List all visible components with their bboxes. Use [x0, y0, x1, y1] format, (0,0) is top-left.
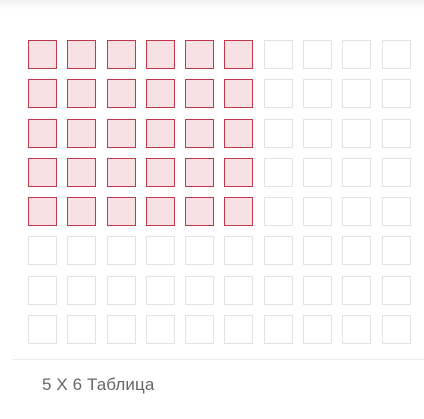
- grid-cell[interactable]: [381, 315, 411, 345]
- top-shadow: [0, 0, 424, 10]
- divider: [12, 359, 424, 360]
- grid-cell[interactable]: [67, 315, 97, 345]
- grid-cell-selected[interactable]: [185, 79, 215, 109]
- grid-cell[interactable]: [303, 157, 333, 187]
- grid-cell-selected[interactable]: [185, 118, 215, 148]
- grid-cell[interactable]: [224, 236, 254, 266]
- grid-cell[interactable]: [106, 275, 136, 305]
- grid-cell[interactable]: [145, 236, 175, 266]
- grid-cell[interactable]: [263, 275, 293, 305]
- grid-cell[interactable]: [381, 197, 411, 227]
- grid-cell[interactable]: [28, 275, 57, 305]
- grid-cell-selected[interactable]: [106, 79, 136, 109]
- grid-cell[interactable]: [342, 236, 372, 266]
- table-size-label: 5 X 6 Таблица: [42, 375, 155, 394]
- grid-cell[interactable]: [185, 275, 215, 305]
- grid-cell[interactable]: [263, 236, 293, 266]
- grid-cell-selected[interactable]: [224, 118, 254, 148]
- table-size-picker: 5 X 6 Таблица: [0, 0, 424, 419]
- grid-cell-selected[interactable]: [28, 79, 57, 109]
- grid-cell-selected[interactable]: [145, 118, 175, 148]
- grid-cell[interactable]: [381, 79, 411, 109]
- grid-cell[interactable]: [224, 275, 254, 305]
- grid-cell[interactable]: [28, 315, 57, 345]
- grid-cell-selected[interactable]: [145, 197, 175, 227]
- grid-cell-selected[interactable]: [67, 157, 97, 187]
- grid-cell-selected[interactable]: [145, 157, 175, 187]
- grid-cell-selected[interactable]: [185, 197, 215, 227]
- grid-cell[interactable]: [381, 40, 411, 69]
- grid-cell-selected[interactable]: [224, 157, 254, 187]
- grid-cell[interactable]: [67, 275, 97, 305]
- grid-cell-selected[interactable]: [106, 197, 136, 227]
- grid-cell[interactable]: [145, 275, 175, 305]
- grid-cell-selected[interactable]: [145, 79, 175, 109]
- grid-cell[interactable]: [224, 315, 254, 345]
- grid-cell-selected[interactable]: [28, 118, 57, 148]
- grid-cell[interactable]: [342, 118, 372, 148]
- grid-cell[interactable]: [342, 315, 372, 345]
- grid-cell[interactable]: [106, 315, 136, 345]
- grid-cell-selected[interactable]: [67, 79, 97, 109]
- grid-cell-selected[interactable]: [67, 40, 97, 69]
- grid-cell[interactable]: [381, 236, 411, 266]
- grid-cell-selected[interactable]: [224, 197, 254, 227]
- grid-cell-selected[interactable]: [185, 157, 215, 187]
- grid-cell-selected[interactable]: [28, 157, 57, 187]
- grid-cell-selected[interactable]: [28, 197, 57, 227]
- grid-cell[interactable]: [263, 315, 293, 345]
- grid-cell[interactable]: [263, 157, 293, 187]
- grid-cell[interactable]: [106, 236, 136, 266]
- grid-cell-selected[interactable]: [28, 40, 57, 69]
- grid-cell[interactable]: [342, 79, 372, 109]
- grid-cell[interactable]: [381, 157, 411, 187]
- grid-cell[interactable]: [342, 157, 372, 187]
- grid-cell[interactable]: [303, 197, 333, 227]
- grid-cell-selected[interactable]: [106, 40, 136, 69]
- grid-cell[interactable]: [303, 79, 333, 109]
- grid-cell[interactable]: [67, 236, 97, 266]
- grid-cell[interactable]: [145, 315, 175, 345]
- grid-cell-selected[interactable]: [106, 157, 136, 187]
- grid-cell[interactable]: [303, 275, 333, 305]
- grid-cell[interactable]: [303, 236, 333, 266]
- grid-cell[interactable]: [263, 40, 293, 69]
- grid-cell[interactable]: [342, 40, 372, 69]
- grid-cell[interactable]: [303, 315, 333, 345]
- grid-cell[interactable]: [342, 275, 372, 305]
- grid-cell-selected[interactable]: [67, 118, 97, 148]
- grid-cell[interactable]: [263, 197, 293, 227]
- grid-cell[interactable]: [381, 275, 411, 305]
- grid-cell-selected[interactable]: [145, 40, 175, 69]
- grid-cell-selected[interactable]: [224, 79, 254, 109]
- grid-cell[interactable]: [28, 236, 57, 266]
- grid-cell[interactable]: [263, 118, 293, 148]
- grid-cell-selected[interactable]: [67, 197, 97, 227]
- grid-cell-selected[interactable]: [106, 118, 136, 148]
- grid-cell[interactable]: [185, 315, 215, 345]
- grid-cell[interactable]: [342, 197, 372, 227]
- grid-cell[interactable]: [381, 118, 411, 148]
- grid-cell[interactable]: [185, 236, 215, 266]
- grid-cell[interactable]: [303, 40, 333, 69]
- grid-cell-selected[interactable]: [185, 40, 215, 69]
- grid-cell[interactable]: [263, 79, 293, 109]
- grid-cell[interactable]: [303, 118, 333, 148]
- grid-cell-selected[interactable]: [224, 40, 254, 69]
- table-grid: [28, 40, 411, 345]
